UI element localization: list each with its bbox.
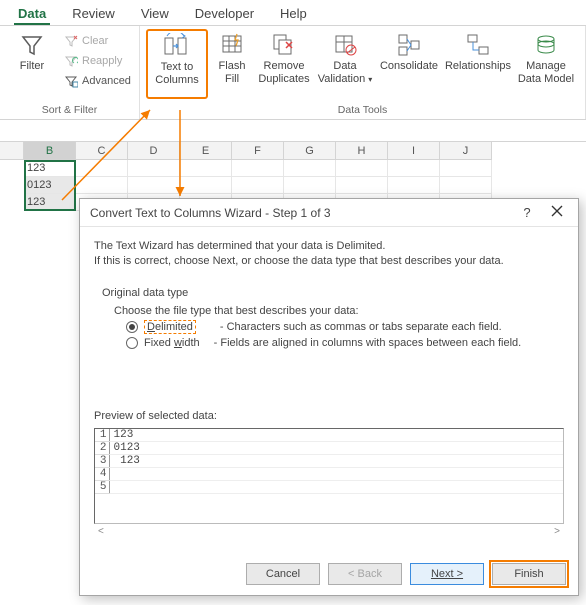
tab-view[interactable]: View <box>137 4 173 25</box>
text-to-columns-button[interactable]: Text to Columns <box>146 29 208 99</box>
delimited-label: Delimited <box>144 320 196 334</box>
col-header-d[interactable]: D <box>128 142 180 160</box>
chevron-down-icon: ▾ <box>368 75 372 84</box>
choose-file-type-prompt: Choose the file type that best describes… <box>114 305 556 317</box>
relationships-icon <box>465 32 491 58</box>
tab-data[interactable]: Data <box>14 4 50 25</box>
data-validation-icon <box>332 32 358 58</box>
cell-b1[interactable]: 123 <box>24 160 76 177</box>
col-header-i[interactable]: I <box>388 142 440 160</box>
group-data-tools: Text to Columns Flash Fill <box>140 26 586 119</box>
tab-help[interactable]: Help <box>276 4 311 25</box>
radio-icon <box>126 321 138 333</box>
next-button[interactable]: Next > <box>410 563 484 585</box>
consolidate-icon <box>396 32 422 58</box>
clear-icon <box>64 34 78 48</box>
text-to-columns-icon <box>162 33 192 59</box>
ribbon-tabs: Data Review View Developer Help <box>0 0 586 26</box>
fixed-width-label: Fixed width <box>144 337 200 349</box>
dialog-titlebar[interactable]: Convert Text to Columns Wizard - Step 1 … <box>80 199 578 227</box>
filter-label: Filter <box>20 60 44 73</box>
rel-label: Relationships <box>445 60 511 73</box>
delimited-radio[interactable]: Delimited - Characters such as commas or… <box>126 320 556 334</box>
group-label-data-tools: Data Tools <box>146 103 579 117</box>
advanced-label: Advanced <box>82 75 131 87</box>
cell-b3[interactable]: 123 <box>24 194 76 211</box>
wizard-intro-2: If this is correct, choose Next, or choo… <box>94 255 564 267</box>
advanced-icon <box>64 74 78 88</box>
col-header-j[interactable]: J <box>440 142 492 160</box>
col-header-c[interactable]: C <box>76 142 128 160</box>
cell-b2[interactable]: 0123 <box>24 177 76 194</box>
col-header-g[interactable]: G <box>284 142 336 160</box>
wizard-intro-1: The Text Wizard has determined that your… <box>94 240 564 252</box>
group-label-sort-filter: Sort & Filter <box>6 103 133 117</box>
cancel-button[interactable]: Cancel <box>246 563 320 585</box>
rd-l1: Remove <box>264 60 305 73</box>
cons-label: Consolidate <box>380 60 438 73</box>
data-validation-button[interactable]: Data Validation ▾ <box>316 29 374 99</box>
finish-button[interactable]: Finish <box>492 563 566 585</box>
remove-duplicates-button[interactable]: Remove Duplicates <box>256 29 312 99</box>
col-header-f[interactable]: F <box>232 142 284 160</box>
col-header-b[interactable]: B <box>24 142 76 160</box>
remove-duplicates-icon <box>271 32 297 58</box>
reapply-icon <box>64 54 78 68</box>
rd-l2: Duplicates <box>258 73 309 86</box>
radio-icon <box>126 337 138 349</box>
ribbon: Filter Clear Reapply Advanced Sort & Fil… <box>0 26 586 120</box>
filter-button[interactable]: Filter <box>6 29 58 99</box>
tab-developer[interactable]: Developer <box>191 4 258 25</box>
reapply-button[interactable]: Reapply <box>62 51 133 71</box>
group-sort-filter: Filter Clear Reapply Advanced Sort & Fil… <box>0 26 140 119</box>
mdm-l2: Data Model <box>518 73 574 86</box>
fixed-width-desc: - Fields are aligned in columns with spa… <box>214 337 522 349</box>
col-header-h[interactable]: H <box>336 142 388 160</box>
preview-label: Preview of selected data: <box>94 410 564 422</box>
text-to-columns-wizard-dialog: Convert Text to Columns Wizard - Step 1 … <box>79 198 579 596</box>
ttc-l2: Columns <box>155 74 198 87</box>
dialog-title: Convert Text to Columns Wizard - Step 1 … <box>90 206 512 220</box>
dv-l1: Data <box>333 60 356 73</box>
preview-box: 1123 20123 3 123 4 5 <box>94 428 564 524</box>
relationships-button[interactable]: Relationships <box>444 29 512 99</box>
formula-bar[interactable] <box>0 120 586 142</box>
ttc-l1: Text to <box>161 61 193 74</box>
ff-l1: Flash <box>219 60 246 73</box>
advanced-button[interactable]: Advanced <box>62 71 133 91</box>
original-data-type-fieldset: Original data type Choose the file type … <box>94 277 564 360</box>
flash-fill-icon <box>219 32 245 58</box>
close-button[interactable] <box>542 205 572 220</box>
close-icon <box>551 205 563 217</box>
tab-review[interactable]: Review <box>68 4 119 25</box>
preview-scrollbar[interactable]: <> <box>94 526 564 537</box>
flash-fill-button[interactable]: Flash Fill <box>212 29 252 99</box>
original-data-type-label: Original data type <box>102 287 556 299</box>
help-button[interactable]: ? <box>512 205 542 220</box>
delimited-desc: - Characters such as commas or tabs sepa… <box>220 321 502 333</box>
manage-data-model-button[interactable]: Manage Data Model <box>516 29 576 99</box>
funnel-icon <box>19 32 45 58</box>
data-model-icon <box>533 32 559 58</box>
fixed-width-radio[interactable]: Fixed width - Fields are aligned in colu… <box>126 337 556 349</box>
consolidate-button[interactable]: Consolidate <box>378 29 440 99</box>
clear-label: Clear <box>82 35 108 47</box>
back-button[interactable]: < Back <box>328 563 402 585</box>
select-all-cell[interactable] <box>0 142 24 160</box>
dv-l2: Validation <box>318 73 366 85</box>
clear-button[interactable]: Clear <box>62 31 133 51</box>
reapply-label: Reapply <box>82 55 122 67</box>
ff-l2: Fill <box>225 73 239 86</box>
mdm-l1: Manage <box>526 60 566 73</box>
col-header-e[interactable]: E <box>180 142 232 160</box>
